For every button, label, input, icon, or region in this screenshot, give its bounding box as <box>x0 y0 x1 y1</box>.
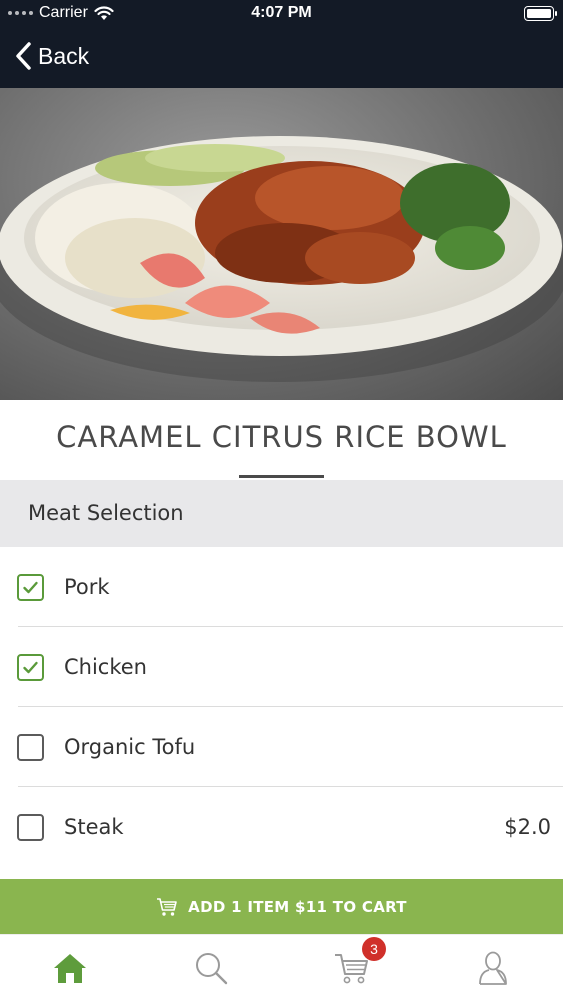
tab-bar <box>0 934 563 1000</box>
tab-home[interactable] <box>0 935 140 1000</box>
section-title: Meat Selection <box>28 501 184 525</box>
status-bar: Carrier 4:07 PM <box>0 0 563 28</box>
cart-icon <box>157 897 177 916</box>
tab-profile[interactable] <box>423 935 563 1000</box>
option-row-organic-tofu[interactable]: Organic Tofu <box>0 707 563 787</box>
add-to-cart-button[interactable]: ADD 1 ITEM $11 TO CART <box>0 879 563 934</box>
top-bar: Carrier 4:07 PM Back <box>0 0 563 88</box>
option-list: Pork Chicken Organic Tofu Steak $2.0 <box>0 547 563 867</box>
status-time: 4:07 PM <box>251 4 312 21</box>
checkbox-checked[interactable] <box>17 574 44 601</box>
search-icon <box>196 953 228 985</box>
option-row-steak[interactable]: Steak $2.0 <box>0 787 563 867</box>
back-button[interactable]: Back <box>16 42 89 70</box>
option-row-chicken[interactable]: Chicken <box>0 627 563 707</box>
home-icon <box>54 954 86 983</box>
checkmark-icon <box>23 581 38 594</box>
section-header: Meat Selection <box>0 480 563 547</box>
checkmark-icon <box>23 661 38 674</box>
cart-count-badge: 3 <box>362 937 386 961</box>
checkbox-unchecked[interactable] <box>17 814 44 841</box>
option-label: Steak <box>64 815 124 839</box>
option-label: Pork <box>64 575 110 599</box>
title-divider <box>239 475 324 478</box>
item-photo <box>0 88 563 400</box>
battery-icon <box>524 6 557 21</box>
add-to-cart-label: ADD 1 ITEM $11 TO CART <box>188 897 407 916</box>
option-label: Organic Tofu <box>64 735 196 759</box>
checkbox-unchecked[interactable] <box>17 734 44 761</box>
tab-cart[interactable] <box>282 935 422 1000</box>
option-price: $2.0 <box>504 815 551 839</box>
back-label: Back <box>38 42 90 69</box>
checkbox-checked[interactable] <box>17 654 44 681</box>
profile-icon <box>479 951 507 985</box>
tab-search[interactable] <box>141 935 281 1000</box>
item-title: CARAMEL CITRUS RICE BOWL <box>56 420 507 454</box>
chevron-left-icon <box>16 42 31 70</box>
option-label: Chicken <box>64 655 147 679</box>
option-row-pork[interactable]: Pork <box>0 547 563 627</box>
